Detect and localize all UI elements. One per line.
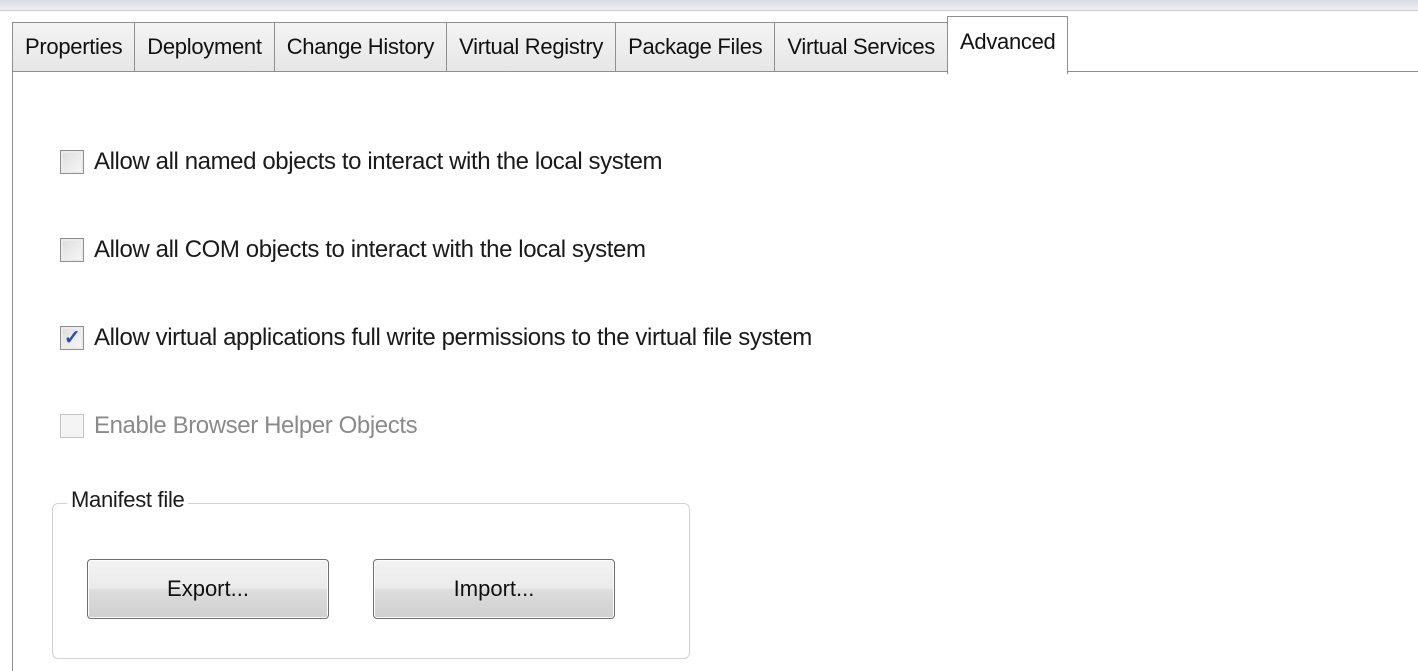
tab-virtual-services[interactable]: Virtual Services (774, 22, 948, 72)
named-objects-checkbox[interactable] (60, 150, 84, 174)
option-named-objects[interactable]: Allow all named objects to interact with… (60, 148, 663, 176)
tab-deployment[interactable]: Deployment (134, 22, 274, 72)
browser-helper-objects-label: Enable Browser Helper Objects (94, 412, 418, 439)
option-com-objects[interactable]: Allow all COM objects to interact with t… (60, 236, 646, 264)
option-browser-helper-objects: Enable Browser Helper Objects (60, 412, 418, 440)
export-button[interactable]: Export... (87, 559, 329, 619)
tab-bar: Properties Deployment Change History Vir… (12, 16, 1069, 74)
full-write-permissions-checkbox[interactable]: ✓ (60, 326, 84, 350)
tab-virtual-registry[interactable]: Virtual Registry (446, 22, 616, 72)
tab-advanced[interactable]: Advanced (947, 16, 1069, 74)
option-full-write-permissions[interactable]: ✓ Allow virtual applications full write … (60, 324, 812, 352)
window-top-border (0, 0, 1418, 11)
full-write-permissions-label: Allow virtual applications full write pe… (94, 324, 812, 351)
manifest-file-group: Manifest file Export... Import... (52, 487, 690, 659)
tab-change-history[interactable]: Change History (273, 22, 447, 72)
com-objects-label: Allow all COM objects to interact with t… (94, 236, 646, 263)
manifest-file-group-title: Manifest file (67, 487, 189, 513)
tab-package-files[interactable]: Package Files (615, 22, 775, 72)
com-objects-checkbox[interactable] (60, 238, 84, 262)
browser-helper-objects-checkbox (60, 414, 84, 438)
named-objects-label: Allow all named objects to interact with… (94, 148, 663, 175)
tab-properties[interactable]: Properties (12, 22, 135, 72)
import-button[interactable]: Import... (373, 559, 615, 619)
